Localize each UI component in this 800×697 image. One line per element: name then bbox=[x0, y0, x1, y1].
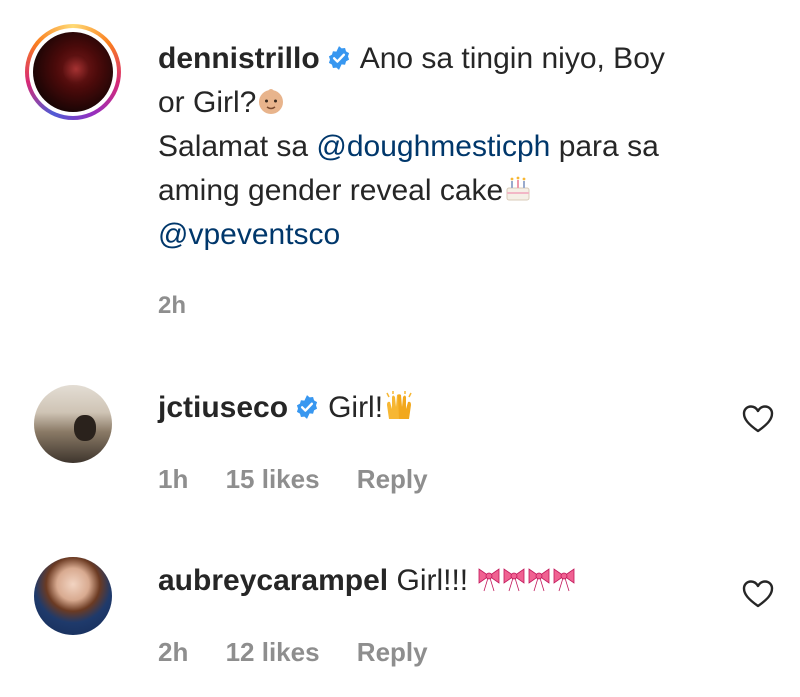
comment-timestamp: 1h bbox=[158, 464, 189, 494]
caption-line3b: para sa bbox=[558, 130, 659, 163]
comment-meta: 2h 12 likes Reply bbox=[158, 637, 458, 668]
reply-button[interactable]: Reply bbox=[357, 637, 428, 667]
avatar bbox=[33, 32, 113, 112]
mention-link[interactable]: @doughmesticph bbox=[316, 130, 550, 163]
caption-line4: aming gender reveal cake bbox=[158, 174, 504, 207]
baby-face-emoji-icon bbox=[259, 89, 284, 114]
caption-username[interactable]: dennistrillo bbox=[158, 42, 320, 75]
caption: dennistrillo Ano sa tingin niyo, Boy or G… bbox=[0, 0, 800, 345]
birthday-cake-emoji-icon bbox=[506, 176, 530, 201]
comment-username[interactable]: aubreycarampel bbox=[158, 564, 388, 597]
comment-username[interactable]: jctiuseco bbox=[158, 391, 288, 424]
likes-count[interactable]: 15 likes bbox=[226, 464, 320, 494]
comment-text: jctiuseco Girl! bbox=[158, 388, 415, 428]
caption-timestamp: 2h bbox=[158, 292, 187, 319]
comment-text: aubreycarampel Girl!!! bbox=[158, 561, 577, 601]
heart-icon[interactable] bbox=[742, 404, 774, 434]
avatar[interactable] bbox=[34, 385, 112, 463]
comment-timestamp: 2h bbox=[158, 637, 189, 667]
verified-badge-icon bbox=[328, 46, 349, 70]
verified-badge-icon bbox=[296, 395, 318, 419]
caption-line2: or Girl? bbox=[158, 86, 257, 119]
mention-link[interactable]: @vpeventsco bbox=[158, 218, 340, 251]
comment-body: Girl! bbox=[328, 391, 384, 424]
pink-ribbon-emoji-icon bbox=[478, 568, 574, 592]
reply-button[interactable]: Reply bbox=[357, 464, 428, 494]
story-avatar[interactable] bbox=[25, 24, 121, 120]
caption-line1: Ano sa tingin niyo, Boy bbox=[359, 42, 665, 75]
likes-count[interactable]: 12 likes bbox=[226, 637, 320, 667]
heart-icon[interactable] bbox=[742, 579, 774, 609]
comment-meta: 1h 15 likes Reply bbox=[158, 464, 458, 495]
caption-line3a: Salamat sa bbox=[158, 130, 309, 163]
raising-hands-emoji-icon bbox=[386, 391, 412, 419]
caption-text: dennistrillo Ano sa tingin niyo, Boy or G… bbox=[158, 37, 778, 257]
comment-body: Girl!!! bbox=[396, 564, 469, 597]
avatar[interactable] bbox=[34, 557, 112, 635]
